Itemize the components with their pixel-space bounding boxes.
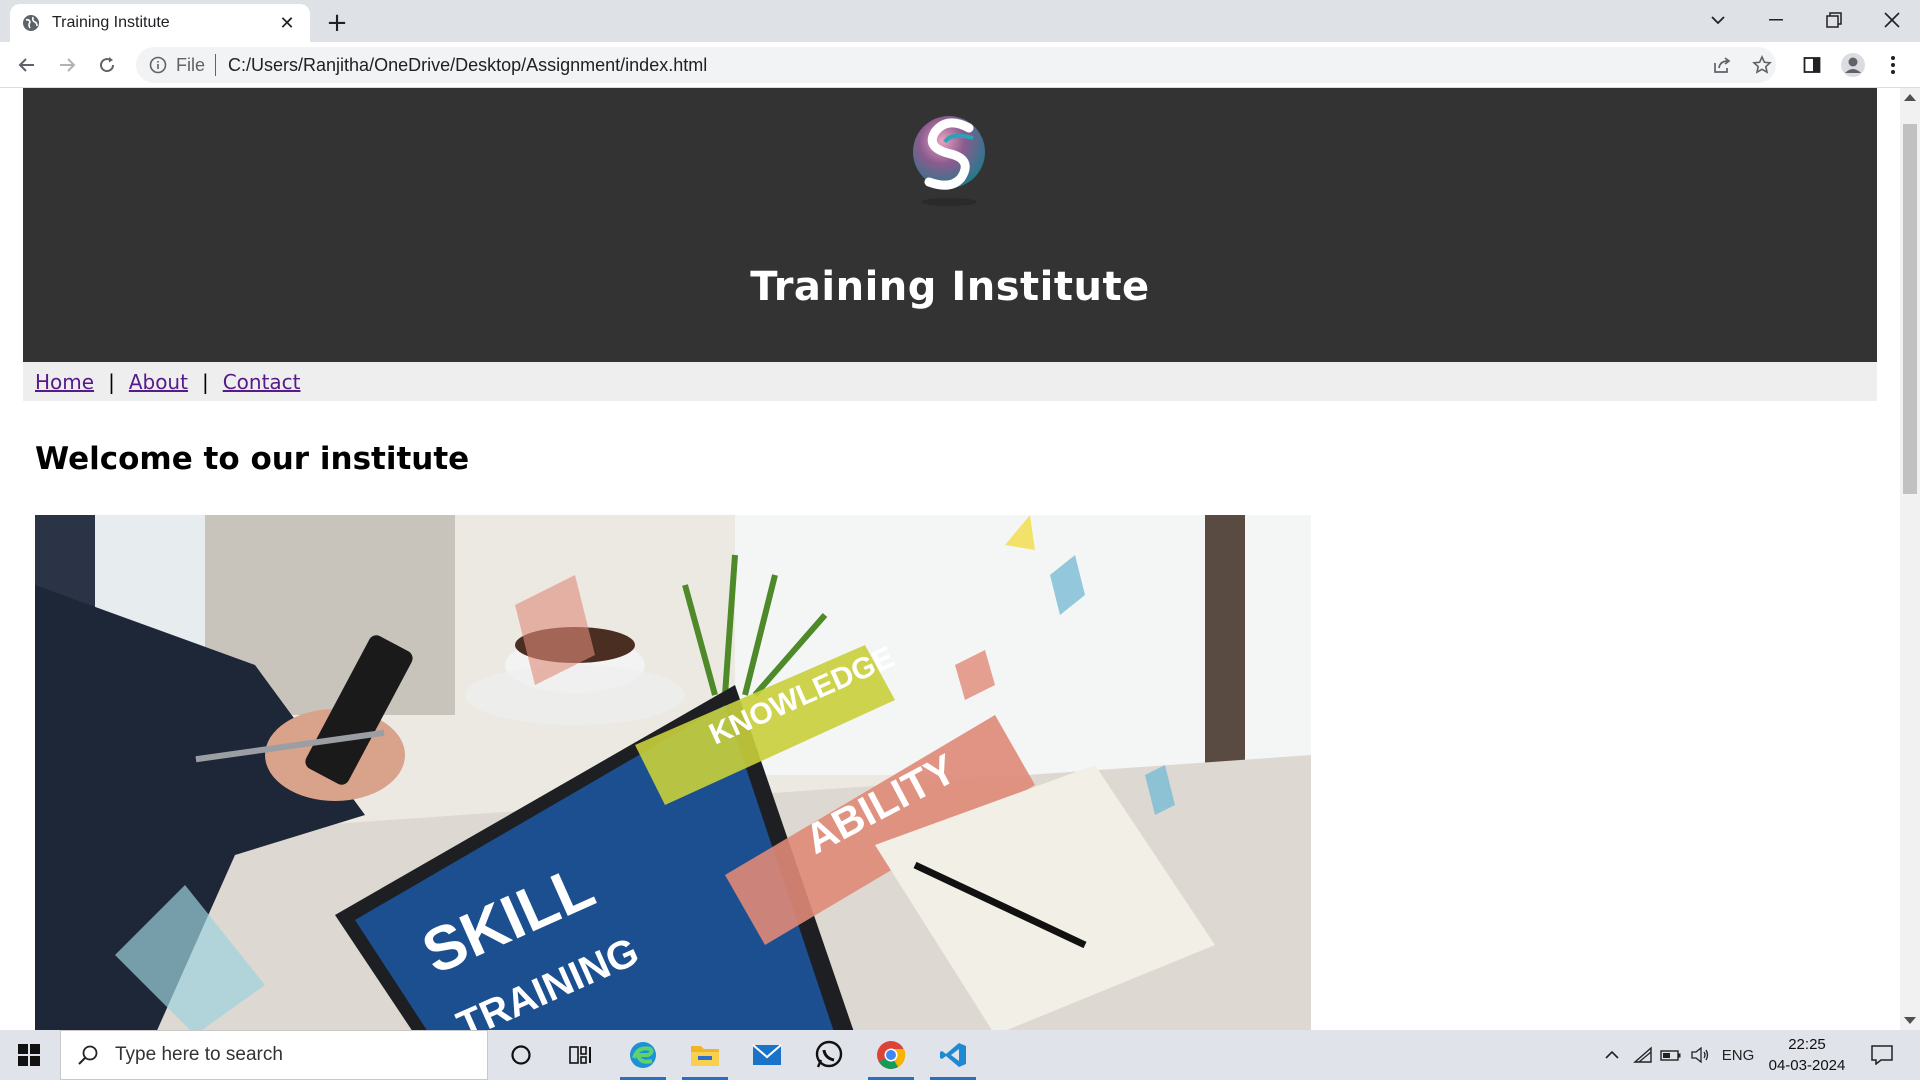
vscode-icon[interactable] <box>924 1030 982 1080</box>
search-placeholder: Type here to search <box>115 1044 283 1065</box>
scroll-down-icon[interactable] <box>1904 1017 1916 1024</box>
tab-search-icon[interactable] <box>1690 0 1746 40</box>
clock-date: 04-03-2024 <box>1768 1057 1846 1074</box>
taskbar-clock[interactable]: 22:25 04-03-2024 <box>1762 1034 1852 1076</box>
hero-image: KNOWLEDGE ABILITY SKILL TRAINING <box>35 515 1311 1030</box>
site-title: Training Institute <box>750 264 1150 310</box>
tab-title: Training Institute <box>52 14 170 31</box>
web-page: Training Institute Home | About | Contac… <box>23 88 1877 1030</box>
language-indicator[interactable]: ENG <box>1718 1030 1758 1080</box>
browser-toolbar: File C:/Users/Ranjitha/OneDrive/Desktop/… <box>0 42 1920 88</box>
bookmark-star-icon[interactable] <box>1748 51 1776 79</box>
back-arrow-icon[interactable] <box>10 48 44 82</box>
close-window-button[interactable] <box>1864 0 1920 40</box>
battery-icon[interactable] <box>1658 1030 1684 1080</box>
url-text[interactable]: C:/Users/Ranjitha/OneDrive/Desktop/Assig… <box>228 55 1776 76</box>
site-header: Training Institute <box>23 88 1877 362</box>
main-content: Welcome to our institute KNOWLEDGE ABILI… <box>23 441 1877 1030</box>
cortana-icon[interactable] <box>492 1030 550 1080</box>
nav-separator: | <box>201 369 209 394</box>
browser-tabstrip: Training Institute ✕ + <box>0 0 1920 42</box>
tray-overflow-icon[interactable] <box>1598 1030 1626 1080</box>
new-tab-button[interactable]: + <box>322 8 352 38</box>
nav-separator: | <box>108 369 115 394</box>
network-icon[interactable] <box>1630 1030 1656 1080</box>
profile-avatar-icon[interactable] <box>1838 50 1868 80</box>
nav-link-home[interactable]: Home <box>35 370 94 394</box>
reload-icon[interactable] <box>90 48 124 82</box>
mail-icon[interactable] <box>738 1030 796 1080</box>
volume-icon[interactable] <box>1688 1030 1712 1080</box>
more-menu-icon[interactable] <box>1878 50 1908 80</box>
nav-link-contact[interactable]: Contact <box>223 370 301 394</box>
close-tab-icon[interactable]: ✕ <box>276 12 298 34</box>
taskbar-search-box[interactable]: Type here to search <box>60 1030 488 1080</box>
notification-icon[interactable] <box>1862 1030 1902 1080</box>
edge-icon[interactable] <box>614 1030 672 1080</box>
vertical-scrollbar[interactable] <box>1900 88 1920 1030</box>
nav-link-about[interactable]: About <box>129 370 188 394</box>
url-divider <box>215 54 217 76</box>
clock-time: 22:25 <box>1788 1036 1826 1053</box>
site-nav: Home | About | Contact <box>23 362 1877 401</box>
info-icon[interactable] <box>148 55 168 75</box>
chrome-icon[interactable] <box>862 1030 920 1080</box>
url-scheme: File <box>176 54 206 75</box>
search-icon <box>75 1042 101 1068</box>
scrollbar-thumb[interactable] <box>1903 124 1917 494</box>
web-viewport: Training Institute Home | About | Contac… <box>0 88 1920 1030</box>
welcome-heading: Welcome to our institute <box>35 441 470 477</box>
globe-icon <box>22 14 40 32</box>
restore-button[interactable] <box>1806 0 1862 40</box>
windows-taskbar: Type here to search ENG 22:25 04-03-2024 <box>0 1030 1920 1080</box>
scroll-up-icon[interactable] <box>1904 94 1916 101</box>
whatsapp-icon[interactable] <box>800 1030 858 1080</box>
minimize-button[interactable] <box>1748 0 1804 40</box>
side-panel-icon[interactable] <box>1797 50 1827 80</box>
site-logo <box>913 116 985 206</box>
browser-tab[interactable]: Training Institute ✕ <box>10 4 310 42</box>
windows-start-icon[interactable] <box>0 1030 58 1080</box>
file-explorer-icon[interactable] <box>676 1030 734 1080</box>
address-bar[interactable]: File C:/Users/Ranjitha/OneDrive/Desktop/… <box>136 47 1776 83</box>
forward-arrow-icon[interactable] <box>50 48 84 82</box>
task-view-icon[interactable] <box>552 1030 610 1080</box>
share-icon[interactable] <box>1708 51 1736 79</box>
